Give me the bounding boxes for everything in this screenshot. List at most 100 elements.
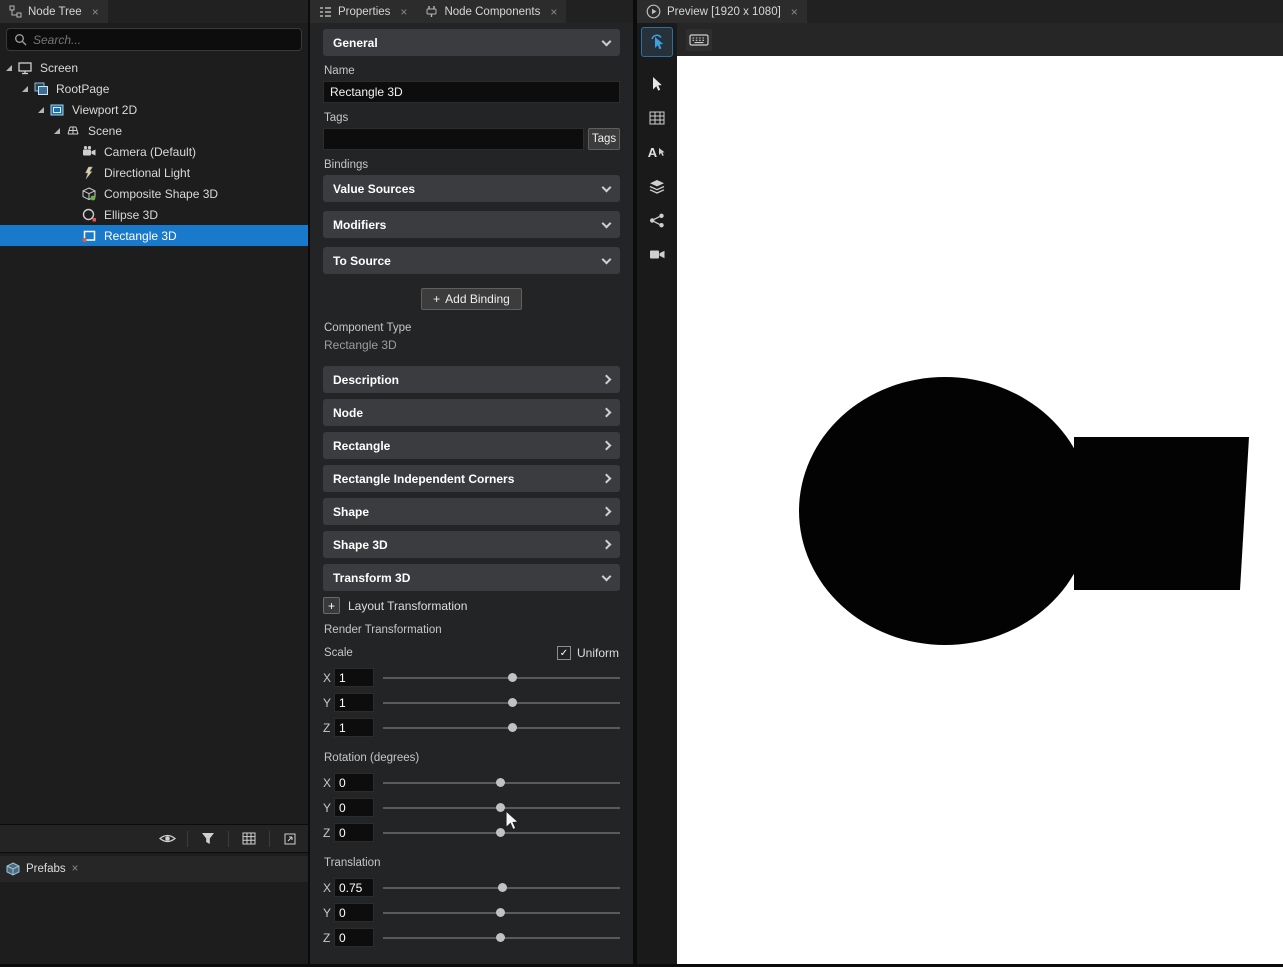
search-input[interactable] (33, 33, 294, 47)
preview-viewport[interactable] (677, 56, 1283, 964)
rotation-z-input[interactable] (334, 823, 374, 842)
grid-overlay-tool[interactable] (642, 104, 672, 132)
tree-item-scene[interactable]: Scene (0, 120, 308, 141)
tree-item-label: Screen (40, 61, 78, 75)
grid-icon (242, 832, 256, 845)
rotation-y-row: Y (323, 796, 620, 819)
slider-thumb[interactable] (496, 908, 505, 917)
add-binding-button[interactable]: + Add Binding (421, 288, 522, 310)
uniform-checkbox[interactable]: ✓ Uniform (557, 646, 619, 660)
camera-preview-tool[interactable] (642, 240, 672, 268)
slider-thumb[interactable] (508, 723, 517, 732)
tree-item-viewport-2d[interactable]: Viewport 2D (0, 99, 308, 120)
node-tree: Screen RootPage Viewport 2D Scene (0, 57, 308, 246)
tree-item-label: Ellipse 3D (104, 208, 158, 222)
slider-thumb[interactable] (496, 778, 505, 787)
layers-tool[interactable] (642, 172, 672, 200)
rotation-x-input[interactable] (334, 773, 374, 792)
preview-tab[interactable]: Preview [1920 x 1080] × (637, 0, 807, 23)
rotation-x-slider[interactable] (383, 775, 620, 790)
scale-x-input[interactable] (334, 668, 374, 687)
tree-item-rootpage[interactable]: RootPage (0, 78, 308, 99)
layers-icon (649, 179, 665, 194)
scale-y-input[interactable] (334, 693, 374, 712)
section-transform-3d[interactable]: Transform 3D (323, 564, 620, 591)
visibility-eye-button[interactable] (155, 829, 179, 849)
scale-y-slider[interactable] (383, 695, 620, 710)
section-to-source[interactable]: To Source (323, 247, 620, 274)
select-tool[interactable] (642, 70, 672, 98)
tab-properties[interactable]: Properties × (310, 0, 416, 23)
slider-thumb[interactable] (496, 828, 505, 837)
filter-button[interactable] (196, 829, 220, 849)
viewport-icon (49, 102, 66, 117)
name-input[interactable] (323, 81, 620, 103)
toolbar-separator (269, 831, 270, 847)
tab-properties-close-icon[interactable]: × (400, 5, 407, 19)
rotation-z-row: Z (323, 821, 620, 844)
slider-thumb[interactable] (496, 803, 505, 812)
node-tree-tab-close-icon[interactable]: × (92, 5, 99, 19)
prefabs-tab-close-icon[interactable]: × (72, 863, 79, 875)
section-description[interactable]: Description (323, 366, 620, 393)
preview-toolbar (677, 23, 1283, 56)
translation-x-input[interactable] (334, 878, 374, 897)
keyboard-input-tool[interactable] (686, 29, 712, 51)
tab-node-components-close-icon[interactable]: × (550, 5, 557, 19)
section-shape-3d[interactable]: Shape 3D (323, 531, 620, 558)
text-tool[interactable]: A (642, 138, 672, 166)
tree-item-ellipse-3d[interactable]: Ellipse 3D (0, 204, 308, 225)
section-shape[interactable]: Shape (323, 498, 620, 525)
grid-view-button[interactable] (237, 829, 261, 849)
section-rectangle-independent-corners[interactable]: Rectangle Independent Corners (323, 465, 620, 492)
preview-tab-label: Preview [1920 x 1080] (667, 6, 781, 18)
tree-item-rectangle-3d[interactable]: Rectangle 3D (0, 225, 308, 246)
rotation-y-slider[interactable] (383, 800, 620, 815)
scale-x-slider[interactable] (383, 670, 620, 685)
slider-thumb[interactable] (498, 883, 507, 892)
node-tree-tab[interactable]: Node Tree × (0, 0, 108, 23)
rotation-z-slider[interactable] (383, 825, 620, 840)
tab-node-components[interactable]: Node Components × (416, 0, 566, 23)
expander-icon[interactable] (54, 128, 60, 134)
section-modifiers-label: Modifiers (333, 218, 386, 232)
prefabs-tab[interactable]: Prefabs × (0, 856, 308, 882)
add-binding-label: Add Binding (445, 292, 510, 306)
section-value-sources[interactable]: Value Sources (323, 175, 620, 202)
tree-item-directional-light[interactable]: Directional Light (0, 162, 308, 183)
expander-icon[interactable] (22, 86, 28, 92)
translation-x-slider[interactable] (383, 880, 620, 895)
rotation-label: Rotation (degrees) (324, 752, 619, 764)
expander-icon[interactable] (38, 107, 44, 113)
section-general[interactable]: General (323, 29, 620, 56)
tree-item-screen[interactable]: Screen (0, 57, 308, 78)
section-value-sources-label: Value Sources (333, 182, 415, 196)
expander-icon[interactable] (6, 65, 12, 71)
scale-z-slider[interactable] (383, 720, 620, 735)
tags-button[interactable]: Tags (588, 128, 620, 150)
translation-z-row: Z (323, 926, 620, 949)
translation-y-input[interactable] (334, 903, 374, 922)
translation-z-slider[interactable] (383, 930, 620, 945)
node-tree-search[interactable] (6, 28, 302, 51)
translation-z-input[interactable] (334, 928, 374, 947)
slider-thumb[interactable] (508, 673, 517, 682)
node-components-tab-icon (425, 5, 438, 18)
section-modifiers[interactable]: Modifiers (323, 211, 620, 238)
rotation-y-input[interactable] (334, 798, 374, 817)
translation-y-slider[interactable] (383, 905, 620, 920)
layout-transformation-expand-button[interactable]: + (323, 597, 340, 614)
node-connections-tool[interactable] (642, 206, 672, 234)
section-node[interactable]: Node (323, 399, 620, 426)
preview-tab-close-icon[interactable]: × (791, 5, 798, 19)
scale-z-input[interactable] (334, 718, 374, 737)
slider-thumb[interactable] (508, 698, 517, 707)
slider-thumb[interactable] (496, 933, 505, 942)
touch-interaction-tool[interactable] (642, 28, 672, 56)
section-rectangle[interactable]: Rectangle (323, 432, 620, 459)
tree-item-camera[interactable]: Camera (Default) (0, 141, 308, 162)
tags-input[interactable] (323, 128, 584, 150)
tree-item-composite-shape-3d[interactable]: Composite Shape 3D (0, 183, 308, 204)
axis-label: Z (323, 931, 334, 945)
detach-panel-button[interactable] (278, 829, 302, 849)
